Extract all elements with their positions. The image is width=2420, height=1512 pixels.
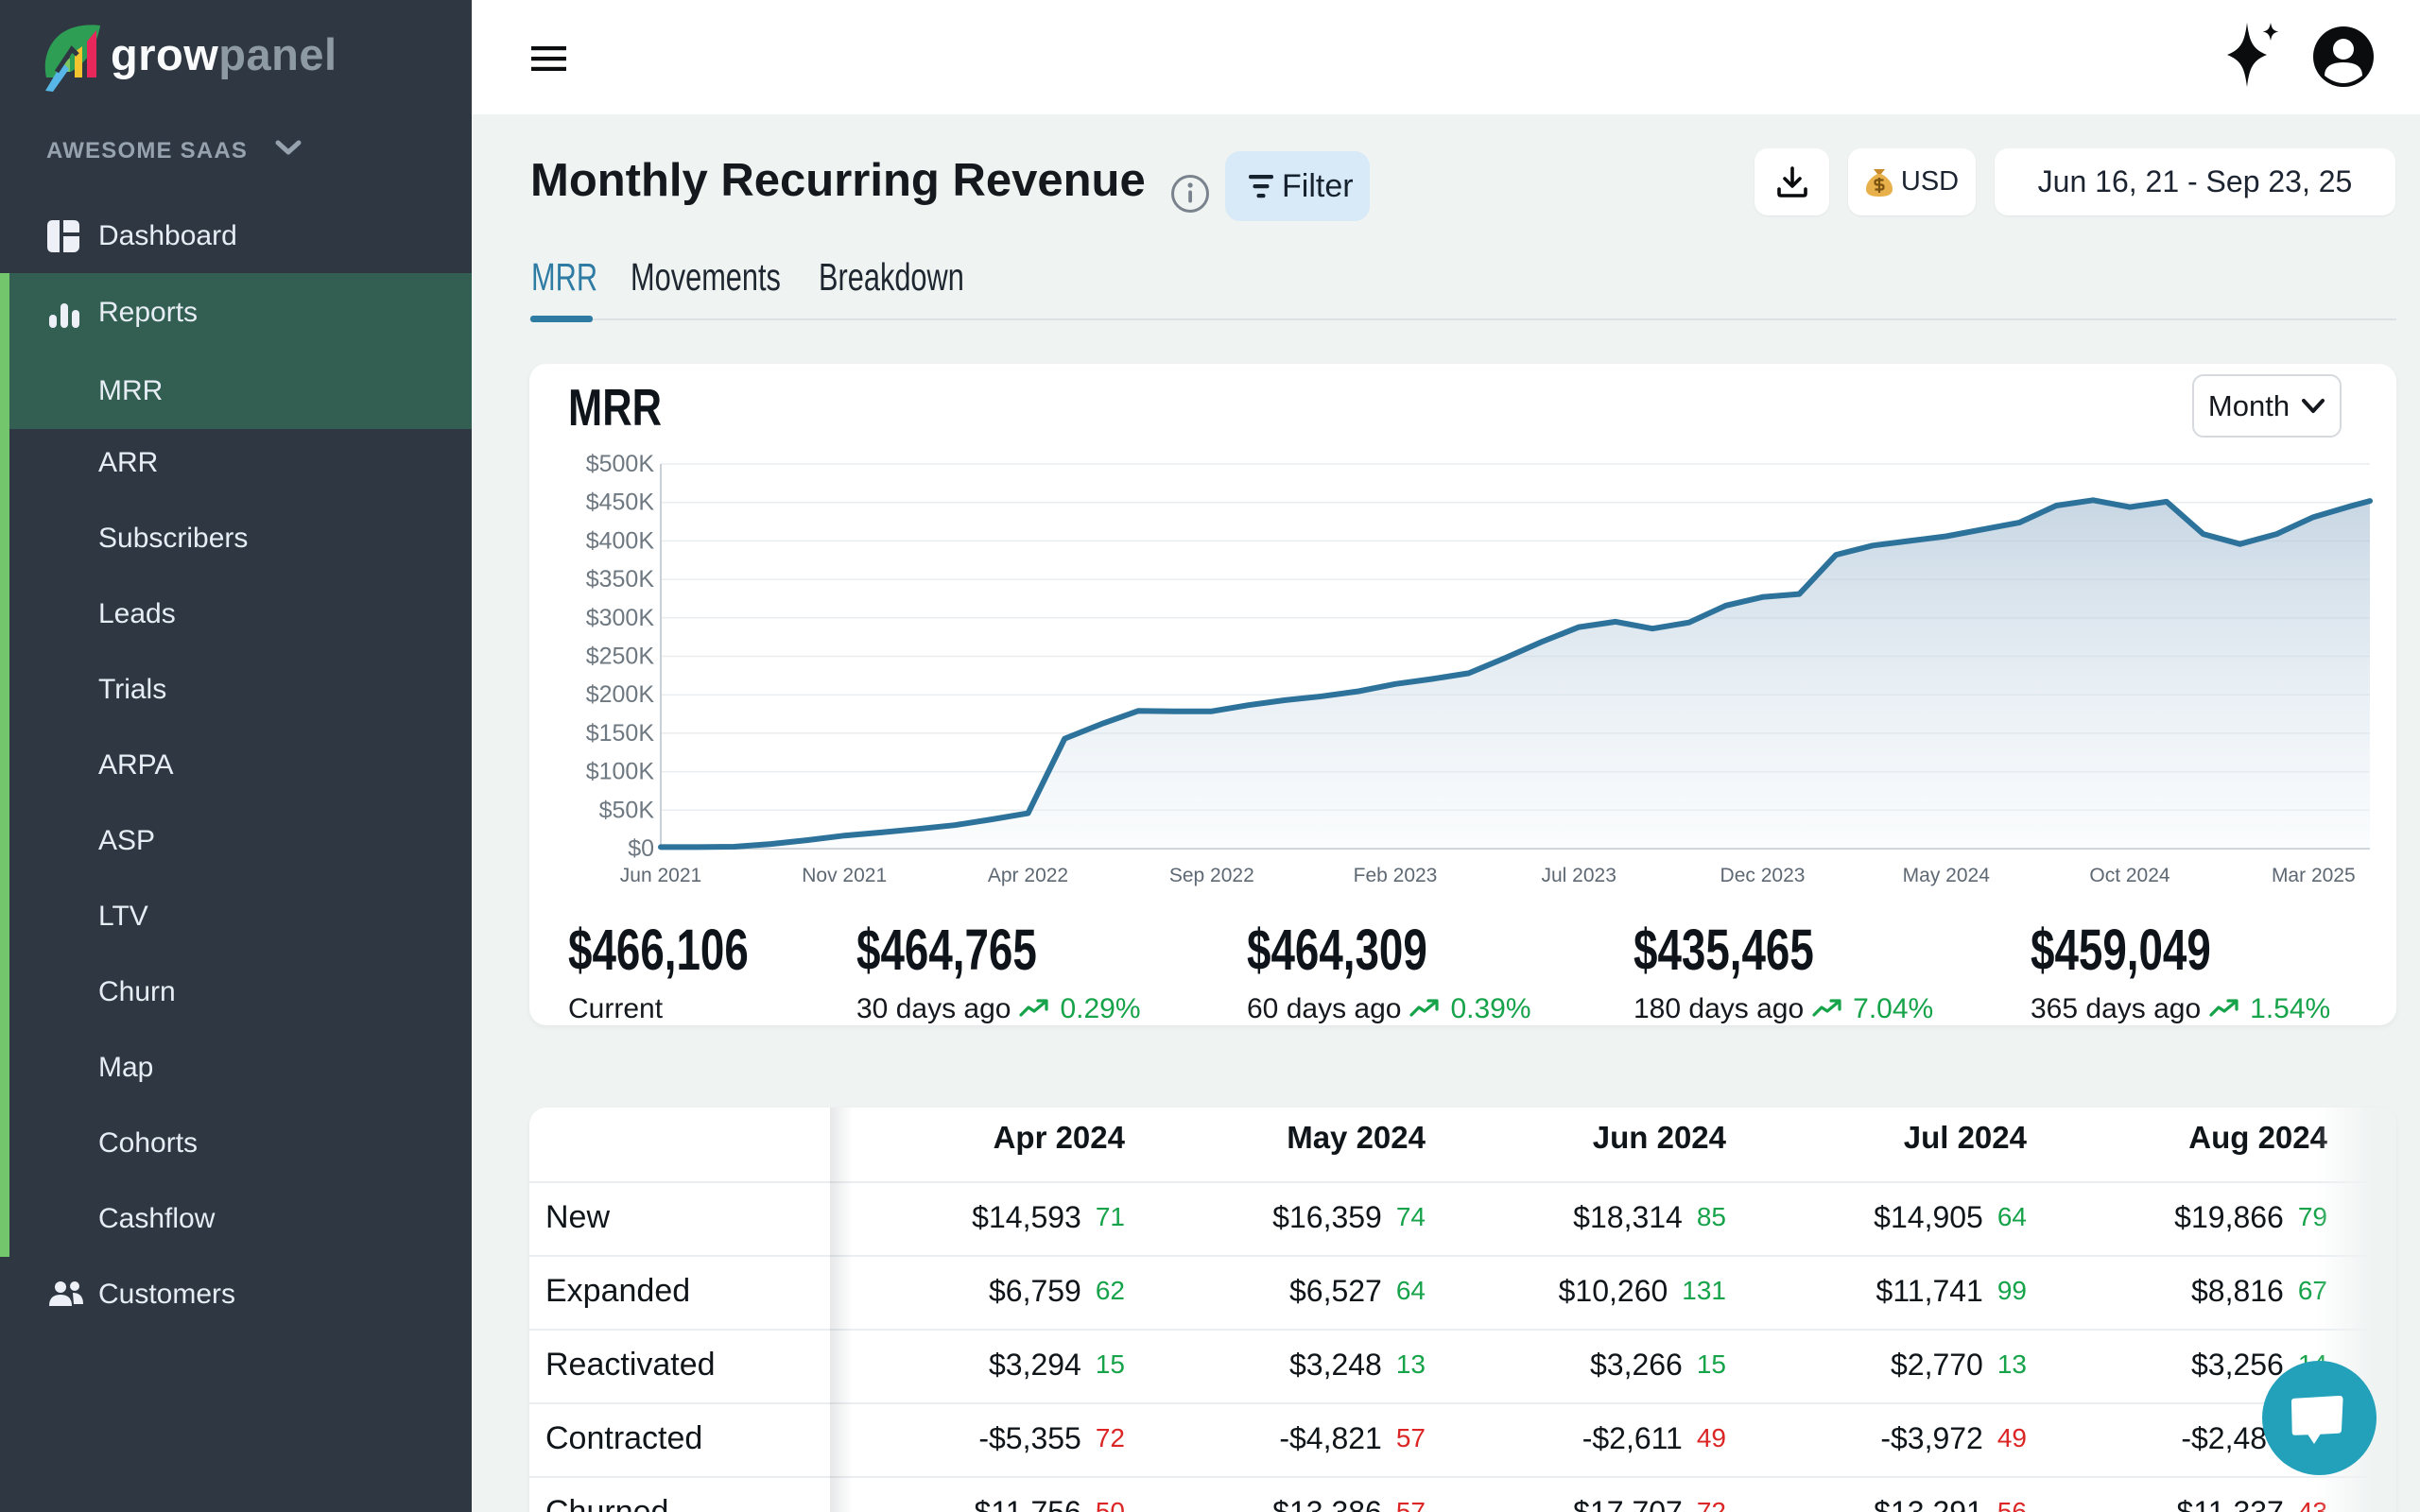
svg-text:$0: $0 [628, 835, 654, 862]
svg-text:Mar 2025: Mar 2025 [2272, 865, 2356, 886]
svg-text:Jul 2023: Jul 2023 [1541, 865, 1616, 886]
svg-text:$200K: $200K [586, 681, 655, 708]
svg-text:$400K: $400K [586, 527, 655, 554]
svg-text:$350K: $350K [586, 566, 655, 593]
svg-text:$100K: $100K [586, 759, 655, 785]
svg-text:$50K: $50K [599, 797, 655, 823]
svg-text:Dec 2023: Dec 2023 [1720, 865, 1806, 886]
svg-text:Jun 2021: Jun 2021 [620, 865, 701, 886]
svg-text:$500K: $500K [586, 451, 655, 477]
svg-text:$300K: $300K [586, 605, 655, 631]
svg-text:$250K: $250K [586, 644, 655, 670]
svg-text:Feb 2023: Feb 2023 [1354, 865, 1438, 886]
svg-text:$150K: $150K [586, 720, 655, 747]
svg-text:Oct 2024: Oct 2024 [2089, 865, 2170, 886]
svg-text:May 2024: May 2024 [1903, 865, 1991, 886]
svg-text:Sep 2022: Sep 2022 [1169, 865, 1254, 886]
svg-text:Nov 2021: Nov 2021 [802, 865, 887, 886]
svg-text:$450K: $450K [586, 490, 655, 516]
svg-text:Apr 2022: Apr 2022 [988, 865, 1068, 886]
